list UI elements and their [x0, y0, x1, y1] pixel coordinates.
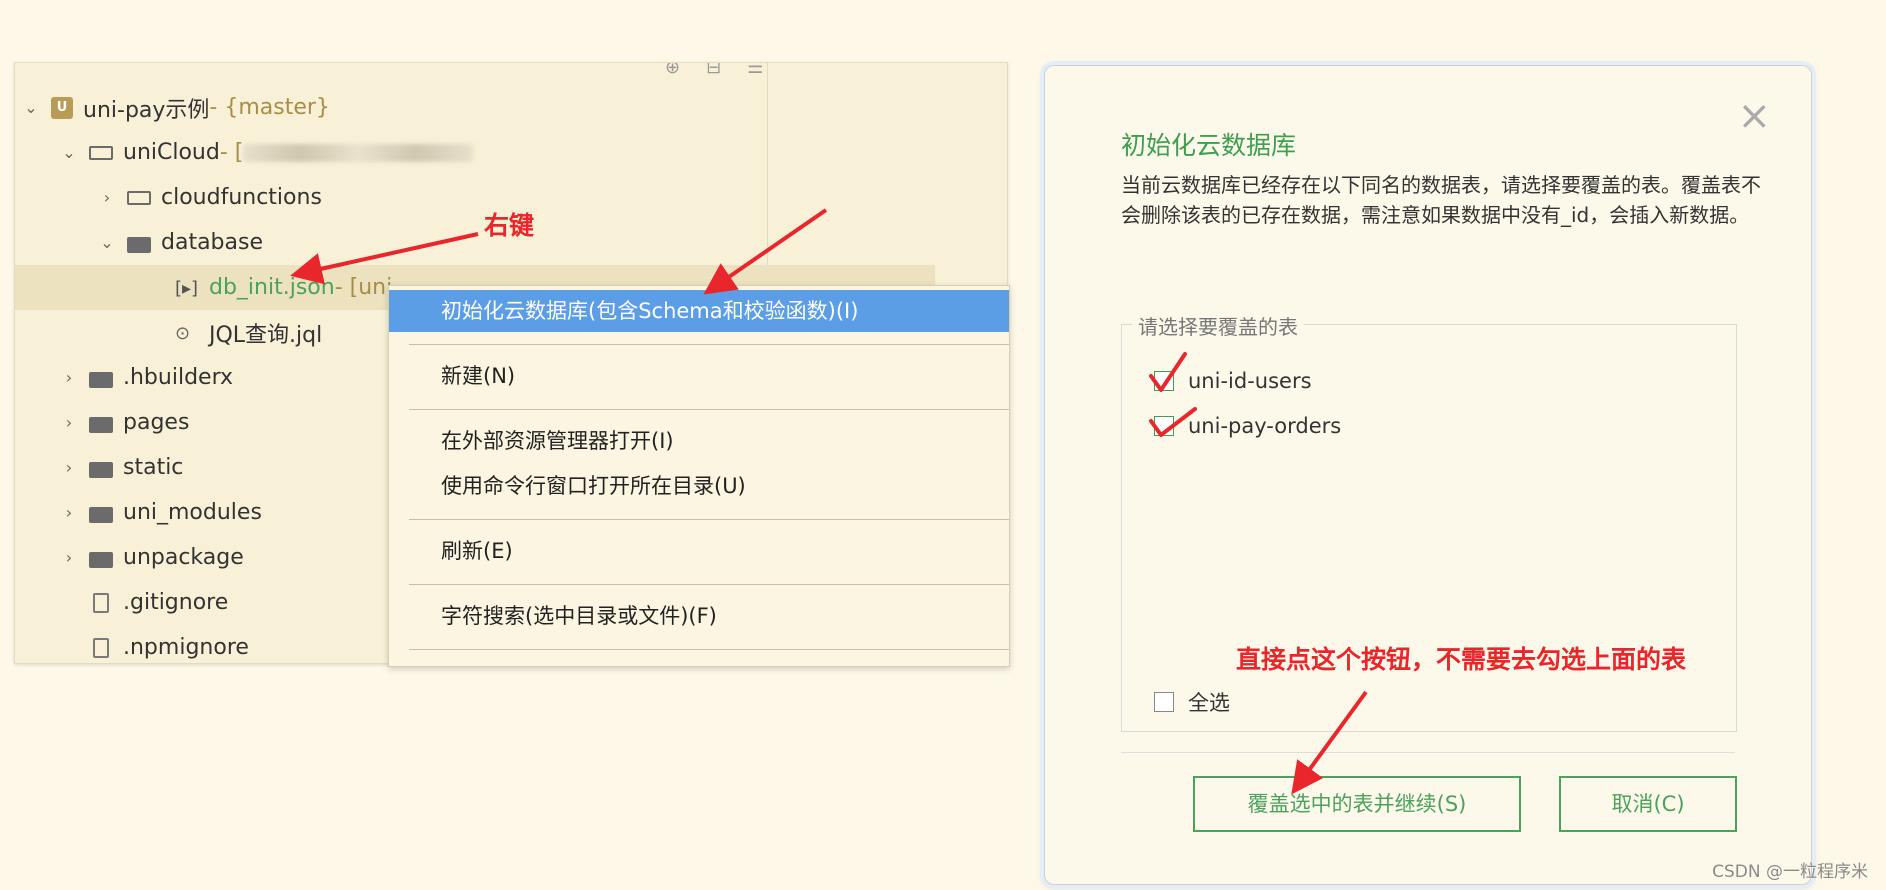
annotation-hint: 直接点这个按钮，不需要去勾选上面的表 — [1236, 645, 1687, 674]
locate-icon[interactable]: ⊕ — [665, 63, 680, 78]
tree-item-cloudfunctions[interactable]: › cloudfunctions — [15, 175, 867, 220]
chevron-down-icon[interactable]: ⌄ — [97, 233, 117, 252]
init-db-dialog: × 初始化云数据库 当前云数据库已经存在以下同名的数据表，请选择要覆盖的表。覆盖… — [1044, 65, 1812, 885]
tree-item-project-root[interactable]: ⌄ U uni-pay示例 - {master} — [15, 85, 791, 130]
chevron-down-icon[interactable]: ⌄ — [21, 98, 41, 117]
tree-item-unicloud[interactable]: ⌄ uniCloud - [ — [15, 130, 829, 175]
folder-icon — [89, 506, 113, 523]
project-icon: U — [51, 96, 73, 119]
dialog-divider — [1121, 752, 1735, 753]
checkbox[interactable] — [1149, 407, 1197, 437]
chevron-right-icon[interactable]: › — [59, 503, 79, 522]
tree-item-label: pages — [123, 410, 190, 435]
table-option-uni-id-users[interactable]: uni-id-users — [1149, 352, 1312, 393]
folder-icon — [89, 371, 113, 388]
select-all-label: 全选 — [1188, 691, 1230, 715]
folder-icon — [89, 461, 113, 478]
context-menu: 初始化云数据库(包含Schema和校验函数)(I) 新建(N) 在外部资源管理器… — [388, 285, 1010, 667]
chevron-right-icon[interactable]: › — [59, 458, 79, 477]
chevron-right-icon[interactable]: › — [59, 413, 79, 432]
jql-file-icon: ⊙ — [175, 322, 191, 344]
table-name: uni-id-users — [1188, 369, 1312, 393]
tree-item-label: cloudfunctions — [161, 185, 322, 210]
tree-item-label: uni-pay示例 — [83, 97, 210, 123]
menu-item-open-in-explorer[interactable]: 在外部资源管理器打开(I) — [389, 420, 1009, 462]
annotation-right-click: 右键 — [484, 211, 535, 240]
cancel-button[interactable]: 取消(C) — [1559, 776, 1737, 832]
folder-icon — [127, 190, 151, 205]
red-check-mark-icon — [1149, 352, 1187, 392]
tree-item-label: uniCloud — [123, 140, 220, 165]
tree-item-label: database — [161, 230, 263, 255]
redacted-text — [243, 143, 474, 162]
table-option-uni-pay-orders[interactable]: uni-pay-orders — [1149, 407, 1342, 438]
tree-item-label: uni_modules — [123, 500, 262, 525]
panel-toolbar: ⊕ ⊟ ☰ — [665, 63, 763, 78]
collapse-icon[interactable]: ⊟ — [706, 63, 721, 78]
menu-item-new[interactable]: 新建(N) — [389, 355, 1009, 397]
file-icon — [93, 637, 109, 658]
group-legend: 请选择要覆盖的表 — [1132, 311, 1304, 340]
tree-item-label: static — [123, 455, 184, 480]
tree-item-label: db_init.json — [209, 275, 335, 300]
menu-item-init-cloud-db[interactable]: 初始化云数据库(包含Schema和校验函数)(I) — [389, 290, 1009, 332]
menu-item-text-search[interactable]: 字符搜索(选中目录或文件)(F) — [389, 595, 1009, 637]
checkbox[interactable] — [1154, 692, 1174, 712]
menu-separator — [409, 344, 1009, 345]
chevron-right-icon[interactable]: › — [59, 368, 79, 387]
file-icon — [93, 592, 109, 613]
menu-separator — [409, 649, 1009, 650]
table-name: uni-pay-orders — [1188, 414, 1342, 438]
close-icon[interactable]: × — [1737, 96, 1771, 136]
git-branch-label: - {master} — [209, 95, 330, 120]
overwrite-continue-button[interactable]: 覆盖选中的表并继续(S) — [1193, 776, 1521, 832]
folder-icon — [127, 236, 151, 253]
menu-item-refresh[interactable]: 刷新(E) — [389, 530, 1009, 572]
checkbox[interactable] — [1149, 352, 1187, 392]
red-check-mark-icon — [1149, 407, 1197, 437]
tree-item-label: JQL查询.jql — [209, 322, 323, 348]
tree-item-label: .gitignore — [123, 590, 229, 615]
menu-separator — [409, 409, 1009, 410]
folder-icon — [89, 551, 113, 568]
watermark: CSDN @一粒程序米 — [1712, 862, 1868, 882]
cloud-space-label: - [ — [219, 140, 244, 165]
tree-item-label: unpackage — [123, 545, 244, 570]
menu-separator — [409, 519, 1009, 520]
dialog-title: 初始化云数据库 — [1121, 131, 1297, 160]
tree-item-label: .npmignore — [123, 635, 249, 660]
select-all-option[interactable]: 全选 — [1154, 687, 1230, 717]
menu-item-open-in-terminal[interactable]: 使用命令行窗口打开所在目录(U) — [389, 465, 1009, 507]
chevron-down-icon[interactable]: ⌄ — [59, 143, 79, 162]
folder-icon — [89, 416, 113, 433]
tree-item-database[interactable]: ⌄ database — [15, 220, 867, 265]
json-file-icon: [▸] — [175, 277, 199, 299]
dialog-description: 当前云数据库已经存在以下同名的数据表，请选择要覆盖的表。覆盖表不会删除该表的已存… — [1121, 173, 1761, 227]
folder-open-icon — [89, 145, 113, 160]
tree-item-label: .hbuilderx — [123, 365, 234, 390]
chevron-right-icon[interactable]: › — [59, 548, 79, 567]
chevron-right-icon[interactable]: › — [97, 188, 117, 207]
menu-icon[interactable]: ☰ — [747, 63, 763, 78]
tree-item-suffix: - [uni — [334, 275, 393, 300]
menu-separator — [409, 584, 1009, 585]
